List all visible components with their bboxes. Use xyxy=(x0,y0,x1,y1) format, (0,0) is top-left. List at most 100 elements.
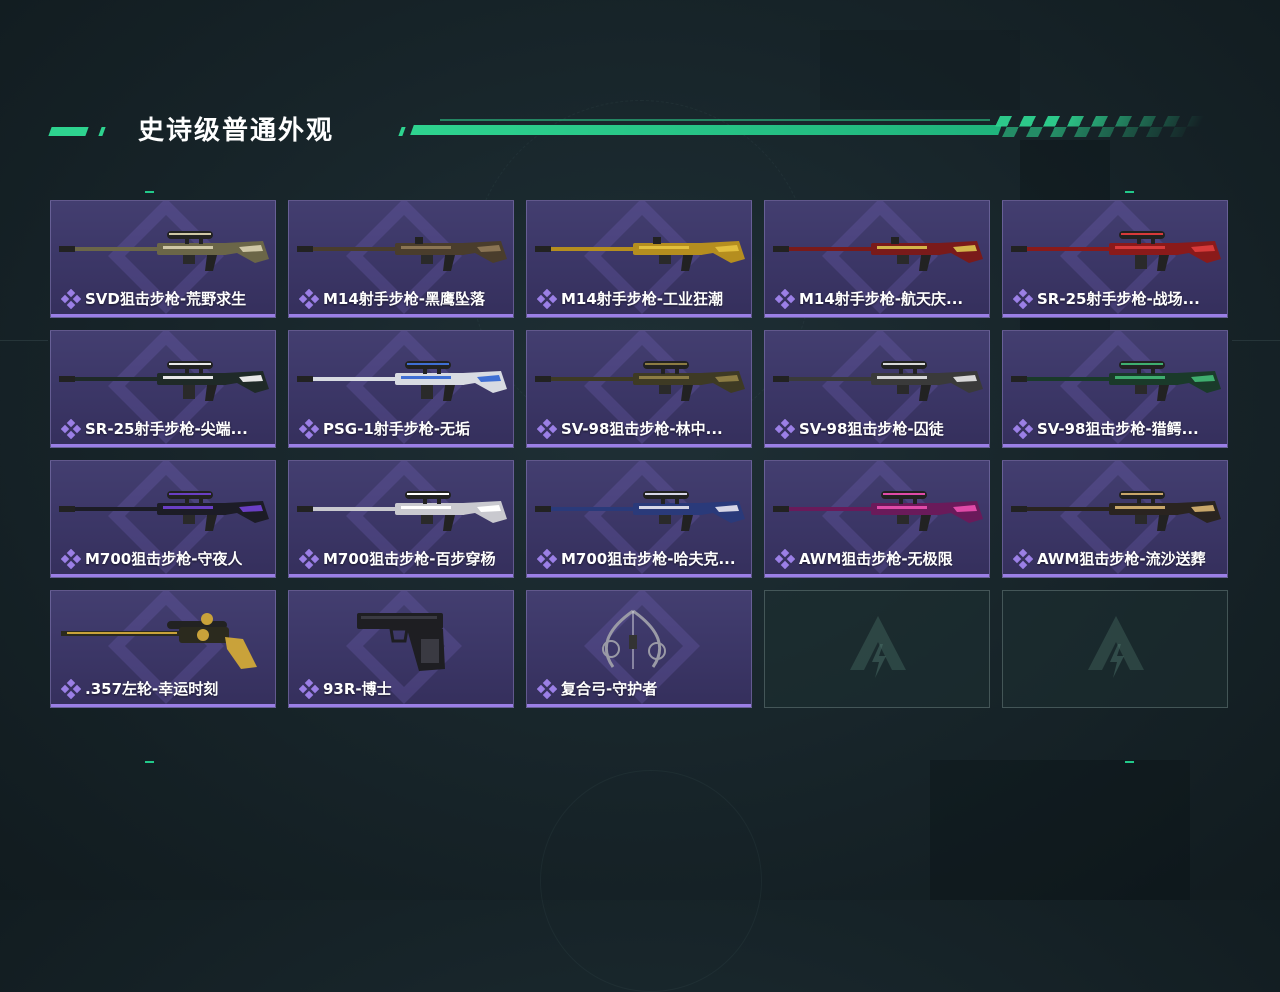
skin-name: SV-98狙击步枪-林中... xyxy=(561,420,723,438)
rarity-diamond-icon xyxy=(775,418,795,439)
skin-label: SV-98狙击步枪-囚徒 xyxy=(775,418,983,439)
skin-label: AWM狙击步枪-无极限 xyxy=(775,548,983,569)
weapon-image xyxy=(535,491,745,531)
weapon-image xyxy=(297,491,507,531)
rarity-diamond-icon xyxy=(1013,288,1033,309)
rarity-diamond-icon xyxy=(61,548,81,569)
corner-tick xyxy=(1125,761,1134,763)
skin-card[interactable]: .357左轮-幸运时刻 xyxy=(50,590,276,708)
weapon-image xyxy=(297,361,507,401)
skin-label: SR-25射手步枪-战场... xyxy=(1013,288,1221,309)
skin-card[interactable]: M14射手步枪-工业狂潮 xyxy=(526,200,752,318)
skin-label: SV-98狙击步枪-林中... xyxy=(537,418,745,439)
bg-decoration xyxy=(930,760,1190,900)
skin-name: SR-25射手步枪-尖端... xyxy=(85,420,248,438)
weapon-image xyxy=(59,491,269,531)
skin-name: PSG-1射手步枪-无垢 xyxy=(323,420,470,438)
skin-label: M700狙击步枪-百步穿杨 xyxy=(299,548,507,569)
skin-card[interactable]: SV-98狙击步枪-林中... xyxy=(526,330,752,448)
skin-name: 93R-博士 xyxy=(323,680,392,698)
weapon-image xyxy=(59,361,269,401)
section-title: 史诗级普通外观 xyxy=(138,116,335,146)
skin-card[interactable]: 93R-博士 xyxy=(288,590,514,708)
weapon-image xyxy=(1011,231,1221,271)
weapon-image xyxy=(59,231,269,271)
rarity-diamond-icon xyxy=(299,418,319,439)
header-accent-bar xyxy=(398,127,406,136)
rarity-diamond-icon xyxy=(537,548,557,569)
skin-name: SV-98狙击步枪-猎鳄... xyxy=(1037,420,1199,438)
section-header: 史诗级普通外观 xyxy=(0,100,1280,160)
rarity-diamond-icon xyxy=(299,548,319,569)
rarity-diamond-icon xyxy=(775,288,795,309)
skin-card[interactable]: M700狙击步枪-哈夫克... xyxy=(526,460,752,578)
skin-card[interactable]: M700狙击步枪-守夜人 xyxy=(50,460,276,578)
rarity-diamond-icon xyxy=(537,678,557,699)
weapon-image xyxy=(1011,491,1221,531)
skin-label: AWM狙击步枪-流沙送葬 xyxy=(1013,548,1221,569)
weapon-image xyxy=(61,613,257,669)
skin-card[interactable]: M14射手步枪-黑鹰坠落 xyxy=(288,200,514,318)
corner-tick xyxy=(1125,191,1134,193)
game-logo-icon xyxy=(850,616,906,678)
rarity-diamond-icon xyxy=(61,678,81,699)
skin-name: .357左轮-幸运时刻 xyxy=(85,680,219,698)
skin-name: M700狙击步枪-百步穿杨 xyxy=(323,550,496,568)
skin-name: AWM狙击步枪-流沙送葬 xyxy=(1037,550,1206,568)
weapon-image xyxy=(297,237,507,271)
skin-name: M14射手步枪-工业狂潮 xyxy=(561,290,724,308)
skin-label: SR-25射手步枪-尖端... xyxy=(61,418,269,439)
skin-card[interactable]: PSG-1射手步枪-无垢 xyxy=(288,330,514,448)
weapon-image xyxy=(773,491,983,531)
skin-card[interactable]: AWM狙击步枪-无极限 xyxy=(764,460,990,578)
skin-card[interactable]: SR-25射手步枪-战场... xyxy=(1002,200,1228,318)
skin-name: M700狙击步枪-守夜人 xyxy=(85,550,243,568)
skin-card[interactable]: SV-98狙击步枪-猎鳄... xyxy=(1002,330,1228,448)
corner-tick xyxy=(145,191,154,193)
skin-name: AWM狙击步枪-无极限 xyxy=(799,550,953,568)
rarity-diamond-icon xyxy=(775,548,795,569)
skin-card[interactable]: SV-98狙击步枪-囚徒 xyxy=(764,330,990,448)
empty-slot[interactable] xyxy=(1002,590,1228,708)
skin-name: SR-25射手步枪-战场... xyxy=(1037,290,1200,308)
weapon-image xyxy=(773,237,983,271)
skin-name: M14射手步枪-黑鹰坠落 xyxy=(323,290,486,308)
bg-decoration xyxy=(820,30,1020,110)
empty-slot[interactable] xyxy=(764,590,990,708)
skin-name: M14射手步枪-航天庆... xyxy=(799,290,964,308)
skin-name: 复合弓-守护者 xyxy=(561,680,658,698)
skin-card[interactable]: SVD狙击步枪-荒野求生 xyxy=(50,200,276,318)
rarity-diamond-icon xyxy=(1013,548,1033,569)
game-logo-icon xyxy=(1088,616,1144,678)
skin-name: SVD狙击步枪-荒野求生 xyxy=(85,290,247,308)
skin-label: SVD狙击步枪-荒野求生 xyxy=(61,288,269,309)
weapon-image xyxy=(773,361,983,401)
skin-card[interactable]: AWM狙击步枪-流沙送葬 xyxy=(1002,460,1228,578)
skin-label: 复合弓-守护者 xyxy=(537,678,745,699)
skin-card[interactable]: M14射手步枪-航天庆... xyxy=(764,200,990,318)
bg-line xyxy=(1232,340,1280,341)
skin-label: 93R-博士 xyxy=(299,678,507,699)
skin-label: PSG-1射手步枪-无垢 xyxy=(299,418,507,439)
weapon-image xyxy=(535,237,745,271)
rarity-diamond-icon xyxy=(299,288,319,309)
header-accent-line xyxy=(410,125,1002,135)
skin-label: SV-98狙击步枪-猎鳄... xyxy=(1013,418,1221,439)
skin-label: M14射手步枪-黑鹰坠落 xyxy=(299,288,507,309)
bg-line xyxy=(0,340,48,341)
skin-card[interactable]: SR-25射手步枪-尖端... xyxy=(50,330,276,448)
header-thin-line xyxy=(440,119,990,121)
rarity-diamond-icon xyxy=(61,418,81,439)
bg-decoration xyxy=(540,770,762,992)
rarity-diamond-icon xyxy=(61,288,81,309)
skin-label: M14射手步枪-工业狂潮 xyxy=(537,288,745,309)
rarity-diamond-icon xyxy=(537,418,557,439)
skin-label: .357左轮-幸运时刻 xyxy=(61,678,269,699)
skin-card[interactable]: 复合弓-守护者 xyxy=(526,590,752,708)
skin-card[interactable]: M700狙击步枪-百步穿杨 xyxy=(288,460,514,578)
skin-label: M700狙击步枪-守夜人 xyxy=(61,548,269,569)
skin-name: M700狙击步枪-哈夫克... xyxy=(561,550,736,568)
weapon-image xyxy=(535,361,745,401)
rarity-diamond-icon xyxy=(537,288,557,309)
skin-name: SV-98狙击步枪-囚徒 xyxy=(799,420,944,438)
